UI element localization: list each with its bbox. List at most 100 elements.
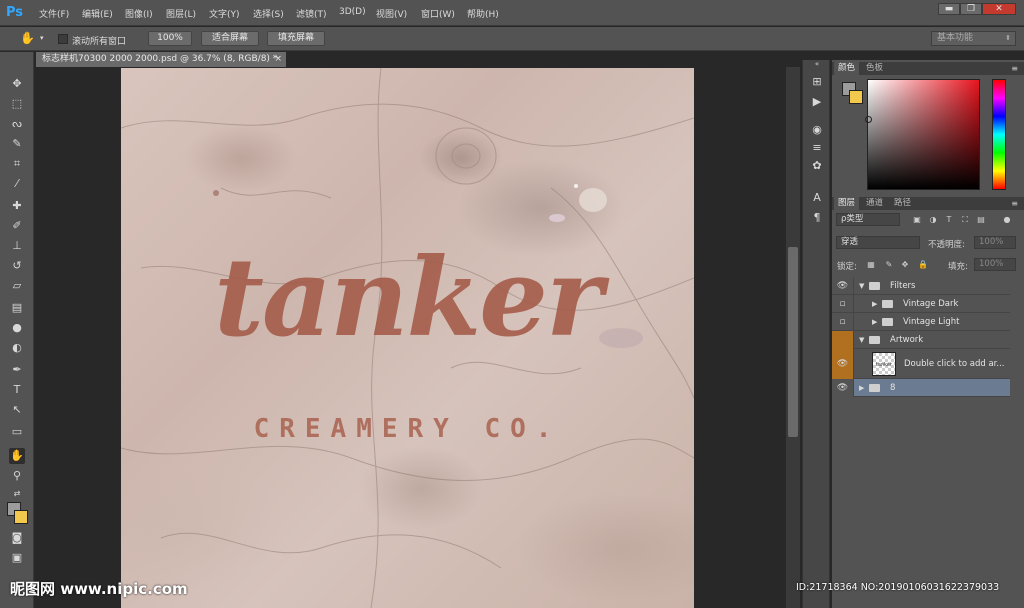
lock-position-icon[interactable]: ✥ [900,260,910,270]
zoom-100-button[interactable]: 100% [148,31,192,46]
brush-presets-panel-icon[interactable]: ✿ [809,158,825,174]
collapse-dock-icon[interactable]: « [809,60,825,68]
tab-paths[interactable]: 路径 [890,197,915,210]
menu-image[interactable]: 图像(I) [125,7,153,20]
quick-mask-icon[interactable]: ◙ [9,530,25,546]
visibility-eye-icon[interactable]: 👁 [832,277,854,295]
tab-color[interactable]: 颜色 [834,62,860,75]
vertical-scrollbar[interactable] [786,67,800,608]
layer-row-smart-object[interactable]: 👁 tanker Double click to add ar... [832,349,1010,379]
visibility-toggle-icon[interactable] [832,331,854,349]
close-tab-icon[interactable]: × [274,52,282,67]
filter-toggle-icon[interactable]: ● [1002,215,1012,225]
menu-select[interactable]: 选择(S) [253,7,284,20]
lasso-tool-icon[interactable]: ᔓ [9,116,25,132]
expand-arrow-icon[interactable]: ▶ [872,313,877,331]
fill-screen-button[interactable]: 填充屏幕 [267,31,325,46]
gradient-tool-icon[interactable]: ▤ [9,300,25,316]
history-brush-tool-icon[interactable]: ↺ [9,258,25,274]
crop-tool-icon[interactable]: ⌗ [9,156,25,172]
clone-stamp-tool-icon[interactable]: ⊥ [9,238,25,254]
actions-panel-icon[interactable]: ▶ [809,94,825,110]
layer-thumbnail[interactable]: tanker [872,352,896,376]
layer-row-8[interactable]: 👁 ▶ 8 [832,379,1010,397]
color-spectrum[interactable] [867,79,980,190]
expand-arrow-icon[interactable]: ▼ [859,277,864,295]
scrollbar-thumb[interactable] [788,247,798,437]
marquee-tool-icon[interactable]: ⬚ [9,96,25,112]
restore-button[interactable]: ❐ [960,3,982,15]
tool-preset-dropdown-icon[interactable]: ▾ [40,34,44,42]
dodge-tool-icon[interactable]: ◐ [9,340,25,356]
history-panel-icon[interactable]: ⊞ [809,74,825,90]
pen-tool-icon[interactable]: ✒ [9,362,25,378]
hue-slider[interactable] [992,79,1006,190]
menu-3d[interactable]: 3D(D) [339,7,366,17]
type-tool-icon[interactable]: T [9,382,25,398]
lock-all-icon[interactable]: 🔒 [918,260,928,270]
color-picker-marker[interactable] [865,116,872,123]
tab-swatches[interactable]: 色板 [862,62,887,75]
hand-tool-icon[interactable]: ✋ [20,31,35,45]
menu-window[interactable]: 窗口(W) [421,7,455,20]
layer-filter-select[interactable]: ρ类型 [836,213,900,226]
lock-pixels-icon[interactable]: ✎ [884,260,894,270]
document-tab[interactable]: 标志样机70300 2000 2000.psd @ 36.7% (8, RGB/… [36,52,286,67]
visibility-toggle-icon[interactable]: ▫ [832,313,854,331]
expand-arrow-icon[interactable]: ▶ [872,295,877,313]
menu-type[interactable]: 文字(Y) [209,7,240,20]
quick-select-tool-icon[interactable]: ✎ [9,136,25,152]
menu-edit[interactable]: 编辑(E) [82,7,113,20]
close-window-button[interactable]: ✕ [982,3,1016,15]
panel-menu-icon[interactable]: ≡ [1011,197,1018,210]
menu-help[interactable]: 帮助(H) [467,7,499,20]
visibility-eye-icon[interactable]: 👁 [832,379,854,397]
zoom-tool-icon[interactable]: ⚲ [9,468,25,484]
healing-brush-tool-icon[interactable]: ✚ [9,198,25,214]
menu-file[interactable]: 文件(F) [39,7,69,20]
fit-screen-button[interactable]: 适合屏幕 [201,31,259,46]
screen-mode-icon[interactable]: ▣ [9,550,25,566]
layer-row-vintage-light[interactable]: ▫ ▶ Vintage Light [832,313,1010,331]
filter-smart-object-icon[interactable]: ▤ [976,215,986,225]
visibility-eye-icon[interactable]: 👁 [832,349,854,379]
layer-row-filters[interactable]: 👁 ▼ Filters [832,277,1010,295]
shape-tool-icon[interactable]: ▭ [9,424,25,440]
visibility-toggle-icon[interactable]: ▫ [832,295,854,313]
layer-row-vintage-dark[interactable]: ▫ ▶ Vintage Dark [832,295,1010,313]
hand-tool-icon[interactable]: ✋ [9,448,25,464]
paragraph-panel-icon[interactable]: ¶ [809,210,825,226]
blend-mode-select[interactable]: 穿透 [836,236,920,249]
color-panel-background[interactable] [849,90,863,104]
fill-input[interactable]: 100% [974,258,1016,271]
tab-layers[interactable]: 图层 [834,197,860,210]
menu-layer[interactable]: 图层(L) [166,7,196,20]
menu-filter[interactable]: 滤镜(T) [296,7,327,20]
filter-adjustment-icon[interactable]: ◑ [928,215,938,225]
background-color-swatch[interactable] [14,510,28,524]
opacity-input[interactable]: 100% [974,236,1016,249]
filter-shape-icon[interactable]: ⛶ [960,215,970,225]
workspace-select[interactable]: 基本功能 ⬍ [931,31,1016,46]
blur-tool-icon[interactable]: ● [9,320,25,336]
expand-arrow-icon[interactable]: ▶ [859,379,864,397]
filter-pixel-icon[interactable]: ▣ [912,215,922,225]
properties-panel-icon[interactable]: ≡ [809,140,825,156]
character-panel-icon[interactable]: A [809,190,825,206]
tab-channels[interactable]: 通道 [862,197,887,210]
eyedropper-tool-icon[interactable]: ⁄ [9,176,25,192]
eraser-tool-icon[interactable]: ▱ [9,278,25,294]
expand-arrow-icon[interactable]: ▼ [859,331,864,349]
canvas[interactable]: tanker CREAMERY CO. [121,68,694,608]
swap-colors-icon[interactable]: ⇄ [9,486,25,502]
path-select-tool-icon[interactable]: ↖ [9,402,25,418]
adjustments-panel-icon[interactable]: ◉ [809,122,825,138]
minimize-button[interactable]: ▬ [938,3,960,15]
brush-tool-icon[interactable]: ✐ [9,218,25,234]
scroll-all-checkbox[interactable] [58,34,68,44]
filter-type-icon[interactable]: T [944,215,954,225]
layer-row-artwork[interactable]: ▼ Artwork [832,331,1010,349]
menu-view[interactable]: 视图(V) [376,7,407,20]
move-tool-icon[interactable]: ✥ [9,76,25,92]
lock-transparent-icon[interactable]: ▦ [866,260,876,270]
